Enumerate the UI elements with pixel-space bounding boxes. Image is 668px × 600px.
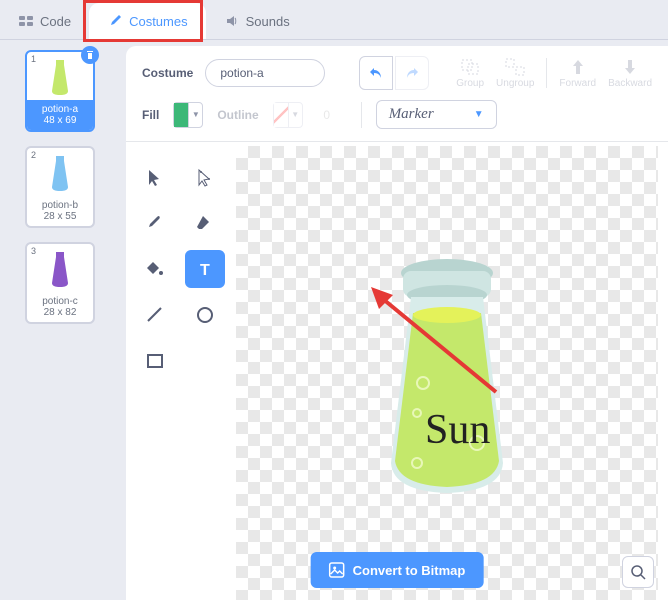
delete-costume-icon[interactable]	[81, 46, 99, 64]
backward-button[interactable]: Backward	[608, 58, 652, 89]
tab-code[interactable]: Code	[0, 3, 89, 39]
magnifier-icon	[630, 564, 646, 580]
fill-label: Fill	[142, 108, 159, 122]
thumb-dims: 48 x 69	[27, 115, 93, 126]
tool-line[interactable]	[135, 296, 175, 334]
svg-text:T: T	[200, 262, 210, 279]
thumb-number: 3	[31, 246, 36, 256]
costume-thumb-potion-a[interactable]: 1 potion-a48 x 69	[25, 50, 95, 132]
undo-button[interactable]	[359, 56, 393, 90]
tool-reshape[interactable]	[185, 158, 225, 196]
ungroup-button[interactable]: Ungroup	[496, 58, 534, 89]
thumb-number: 2	[31, 150, 36, 160]
tool-eraser[interactable]	[185, 204, 225, 242]
costume-thumb-potion-c[interactable]: 3 potion-c28 x 82	[25, 242, 95, 324]
fill-color-picker[interactable]: ▼	[173, 102, 203, 128]
costume-name-input[interactable]	[205, 59, 325, 87]
costume-list: 1 potion-a48 x 69 2 potion-b28 x 55 3 potion-…	[0, 40, 120, 600]
convert-to-bitmap-button[interactable]: Convert to Bitmap	[311, 552, 484, 588]
outline-label: Outline	[217, 108, 258, 122]
tool-fill[interactable]	[135, 250, 175, 288]
costume-thumb-potion-b[interactable]: 2 potion-b28 x 55	[25, 146, 95, 228]
chevron-down-icon: ▼	[188, 103, 202, 127]
costume-label: Costume	[142, 66, 193, 80]
tool-circle[interactable]	[185, 296, 225, 334]
costume-editor: Costume Group Ungroup Forward Backward F…	[126, 46, 668, 600]
tab-costumes-label: Costumes	[129, 14, 188, 29]
tool-brush[interactable]	[135, 204, 175, 242]
svg-text:Sun: Sun	[425, 407, 490, 453]
thumb-name: potion-a	[27, 104, 93, 115]
zoom-button[interactable]	[622, 556, 654, 588]
annotation-arrow	[371, 287, 501, 397]
chevron-down-icon: ▼	[474, 109, 484, 120]
font-selector[interactable]: Marker ▼	[376, 100, 497, 129]
tab-costumes[interactable]: Costumes	[89, 3, 206, 39]
sound-icon	[224, 13, 240, 29]
group-button[interactable]: Group	[456, 58, 484, 89]
thumb-dims: 28 x 82	[27, 307, 93, 318]
code-icon	[18, 13, 34, 29]
undo-redo-group	[359, 56, 429, 90]
forward-button[interactable]: Forward	[559, 58, 596, 89]
tab-code-label: Code	[40, 14, 71, 29]
thumb-number: 1	[31, 54, 36, 64]
tool-palette: T	[126, 142, 236, 600]
chevron-down-icon: ▼	[288, 103, 302, 127]
convert-label: Convert to Bitmap	[353, 563, 466, 578]
outline-width-value: 0	[317, 108, 337, 122]
thumb-dims: 28 x 55	[27, 211, 93, 222]
tool-text[interactable]: T	[185, 250, 225, 288]
tab-sounds[interactable]: Sounds	[206, 3, 308, 39]
thumb-name: potion-b	[27, 200, 93, 211]
tool-select[interactable]	[135, 158, 175, 196]
outline-color-picker[interactable]: ▼	[273, 102, 303, 128]
brush-icon	[107, 13, 123, 29]
font-name: Marker	[389, 106, 434, 123]
tab-bar: Code Costumes Sounds	[0, 0, 668, 40]
thumb-name: potion-c	[27, 296, 93, 307]
tool-rect[interactable]	[135, 342, 175, 380]
tab-sounds-label: Sounds	[246, 14, 290, 29]
redo-button[interactable]	[395, 56, 429, 90]
bitmap-icon	[329, 562, 345, 578]
